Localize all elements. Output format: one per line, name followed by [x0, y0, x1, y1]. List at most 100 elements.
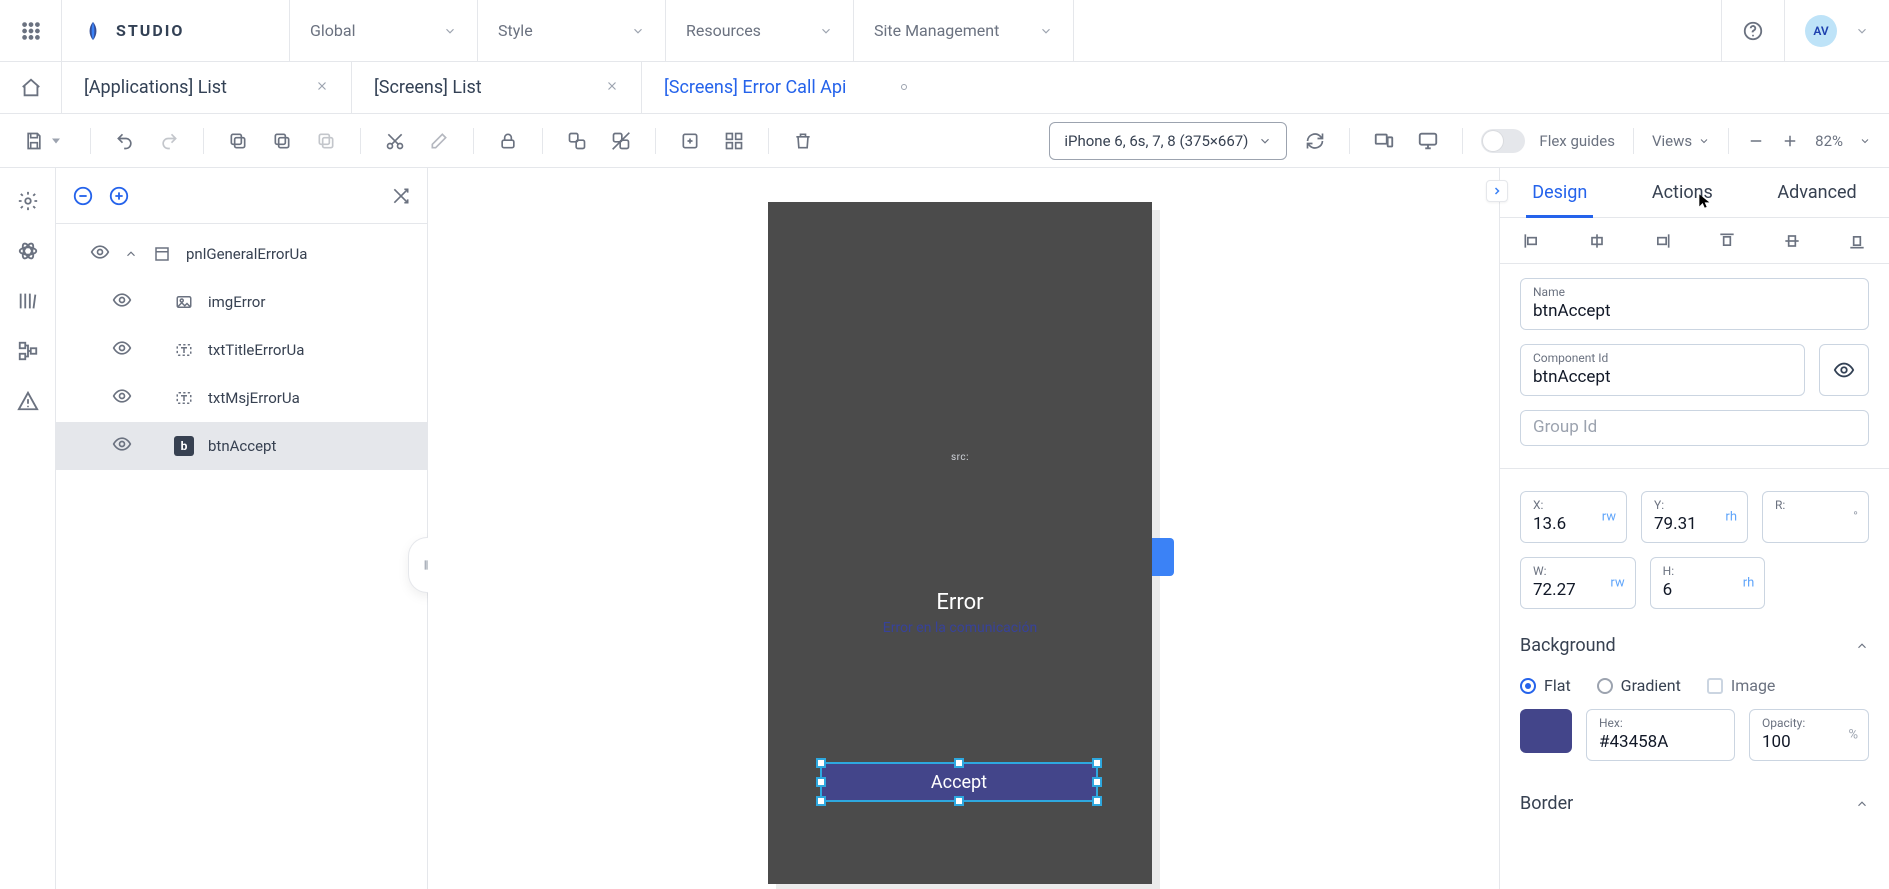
help-icon[interactable]: [1742, 20, 1764, 42]
r-field[interactable]: R: °: [1762, 491, 1869, 543]
panel-collapse-button[interactable]: [1486, 180, 1508, 202]
tab-design[interactable]: Design: [1532, 168, 1587, 217]
redo-button[interactable]: [153, 125, 185, 157]
visibility-icon[interactable]: [112, 338, 132, 362]
save-button[interactable]: [18, 125, 50, 157]
background-color-swatch[interactable]: [1520, 709, 1572, 753]
cut-button[interactable]: [379, 125, 411, 157]
field-unit[interactable]: rw: [1610, 576, 1624, 591]
bg-mode-flat[interactable]: Flat: [1520, 676, 1571, 695]
menu-style[interactable]: Style: [478, 0, 666, 61]
bg-hex-field[interactable]: Hex: #43458A: [1586, 709, 1735, 761]
field-unit[interactable]: rw: [1602, 510, 1616, 525]
lock-button[interactable]: [492, 125, 524, 157]
paste-button[interactable]: [266, 125, 298, 157]
zoom-in-button[interactable]: [1781, 132, 1799, 150]
selection-handle-n[interactable]: [954, 758, 964, 768]
home-button[interactable]: [0, 62, 62, 113]
h-field[interactable]: H: 6 rh: [1650, 557, 1766, 609]
tree-item-text[interactable]: txtTitleErrorUa: [56, 326, 427, 374]
undo-button[interactable]: [109, 125, 141, 157]
tree-item-button[interactable]: b btnAccept: [56, 422, 427, 470]
border-section-header[interactable]: Border: [1520, 793, 1869, 814]
trash-button[interactable]: [787, 125, 819, 157]
visibility-icon[interactable]: [112, 386, 132, 410]
group-button[interactable]: [561, 125, 593, 157]
devices-button[interactable]: [1368, 125, 1400, 157]
visibility-icon[interactable]: [90, 242, 110, 266]
duplicate-button[interactable]: [310, 125, 342, 157]
align-top-icon[interactable]: [1717, 231, 1737, 251]
tree-item-text[interactable]: txtMsjErrorUa: [56, 374, 427, 422]
zoom-value[interactable]: 82%: [1815, 132, 1843, 150]
design-canvas[interactable]: src: Error Error en la comunicación Acce…: [428, 168, 1499, 889]
editor-tab[interactable]: [Screens] List: [352, 62, 642, 113]
field-unit[interactable]: rh: [1743, 576, 1755, 591]
align-left-icon[interactable]: [1522, 231, 1542, 251]
refresh-button[interactable]: [1299, 125, 1331, 157]
flex-guides-toggle[interactable]: [1481, 129, 1525, 153]
editor-tab-active[interactable]: [Screens] Error Call Api: [642, 62, 932, 113]
selection-handle-s[interactable]: [954, 796, 964, 806]
edit-button[interactable]: [423, 125, 455, 157]
name-field[interactable]: Name btnAccept: [1520, 278, 1869, 330]
w-field[interactable]: W: 72.27 rw: [1520, 557, 1636, 609]
align-bottom-icon[interactable]: [1847, 231, 1867, 251]
add-frame-button[interactable]: [674, 125, 706, 157]
menu-site-management[interactable]: Site Management: [854, 0, 1074, 61]
library-icon[interactable]: [17, 290, 39, 312]
brand[interactable]: STUDIO: [62, 0, 290, 61]
layout-grid-button[interactable]: [718, 125, 750, 157]
close-icon[interactable]: [315, 77, 329, 98]
copy-button[interactable]: [222, 125, 254, 157]
selection-handle-w[interactable]: [816, 777, 826, 787]
x-field[interactable]: X: 13.6 rw: [1520, 491, 1627, 543]
editor-tab[interactable]: [Applications] List: [62, 62, 352, 113]
settings-icon[interactable]: [17, 190, 39, 212]
warning-icon[interactable]: [17, 390, 39, 412]
visibility-icon[interactable]: [112, 434, 132, 458]
views-select[interactable]: Views: [1652, 132, 1710, 150]
tree-item-image[interactable]: imgError: [56, 278, 427, 326]
visibility-icon[interactable]: [112, 290, 132, 314]
user-menu[interactable]: AV: [1784, 0, 1889, 61]
device-select[interactable]: iPhone 6, 6s, 7, 8 (375×667): [1049, 122, 1287, 160]
selection-handle-e[interactable]: [1092, 777, 1102, 787]
device-frame[interactable]: src: Error Error en la comunicación Acce…: [768, 202, 1152, 884]
y-field[interactable]: Y: 79.31 rh: [1641, 491, 1748, 543]
atom-icon[interactable]: [17, 240, 39, 262]
selection-handle-ne[interactable]: [1092, 758, 1102, 768]
accept-button-selected[interactable]: Accept: [820, 762, 1098, 802]
field-unit[interactable]: rh: [1725, 510, 1737, 525]
chevron-up-icon[interactable]: [124, 247, 138, 261]
align-center-v-icon[interactable]: [1782, 231, 1802, 251]
apps-grid-button[interactable]: [0, 0, 62, 61]
bg-opacity-field[interactable]: Opacity: 100 %: [1749, 709, 1869, 761]
zoom-out-button[interactable]: [1747, 132, 1765, 150]
tab-actions[interactable]: Actions: [1652, 168, 1713, 217]
close-icon[interactable]: [605, 77, 619, 98]
menu-global[interactable]: Global: [290, 0, 478, 61]
align-center-h-icon[interactable]: [1587, 231, 1607, 251]
background-section-header[interactable]: Background: [1520, 635, 1869, 656]
bg-mode-image[interactable]: Image: [1707, 676, 1776, 695]
error-title-text[interactable]: Error: [768, 590, 1152, 615]
monitor-button[interactable]: [1412, 125, 1444, 157]
selection-handle-sw[interactable]: [816, 796, 826, 806]
component-id-visibility-button[interactable]: [1819, 344, 1869, 396]
menu-resources[interactable]: Resources: [666, 0, 854, 61]
tree-item-panel[interactable]: pnlGeneralErrorUa: [56, 230, 427, 278]
tab-advanced[interactable]: Advanced: [1777, 168, 1856, 217]
hierarchy-icon[interactable]: [17, 340, 39, 362]
shuffle-icon[interactable]: [391, 186, 411, 206]
bg-mode-gradient[interactable]: Gradient: [1597, 676, 1681, 695]
ungroup-button[interactable]: [605, 125, 637, 157]
selection-handle-se[interactable]: [1092, 796, 1102, 806]
device-side-tab[interactable]: [1152, 538, 1174, 576]
error-message-text[interactable]: Error en la comunicación: [768, 620, 1152, 636]
align-right-icon[interactable]: [1652, 231, 1672, 251]
component-id-field[interactable]: Component Id btnAccept: [1520, 344, 1805, 396]
expand-all-button[interactable]: [108, 185, 130, 207]
collapse-all-button[interactable]: [72, 185, 94, 207]
group-id-field[interactable]: Group Id: [1520, 410, 1869, 446]
